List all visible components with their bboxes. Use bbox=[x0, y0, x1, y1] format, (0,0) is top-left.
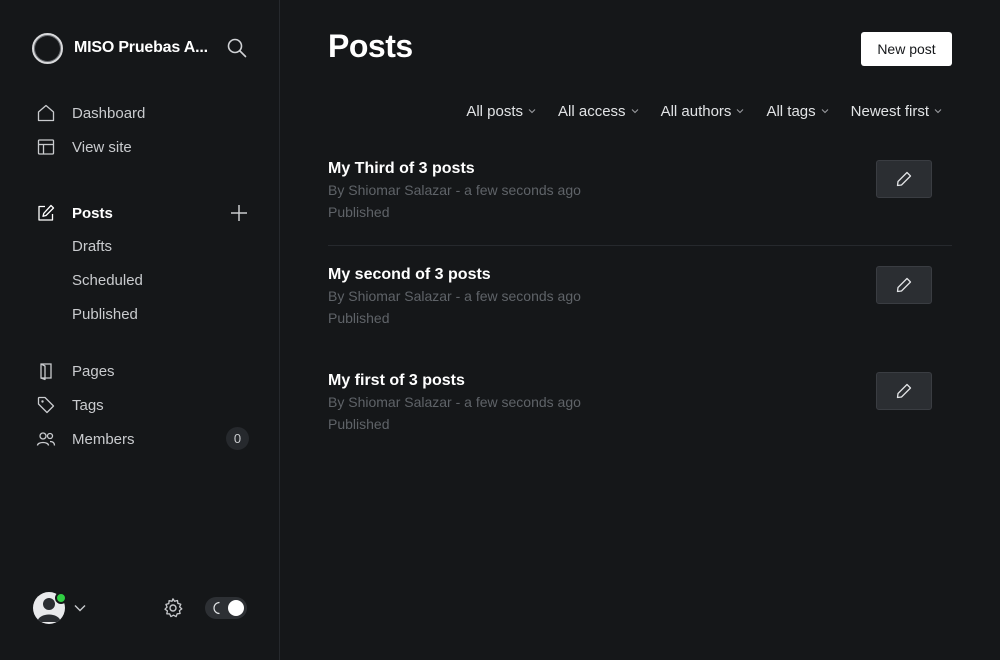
filter-bar: All posts All access All authors All tag… bbox=[466, 100, 942, 122]
nav-posts[interactable]: Posts bbox=[36, 201, 113, 225]
chevron-down-icon bbox=[934, 109, 942, 114]
filter-label: Newest first bbox=[850, 102, 929, 120]
post-title[interactable]: My first of 3 posts bbox=[328, 372, 465, 390]
nav-members-label: Members bbox=[72, 430, 135, 448]
pencil-icon bbox=[896, 277, 912, 293]
toggle-knob bbox=[228, 600, 244, 616]
theme-toggle[interactable] bbox=[205, 597, 247, 619]
nav-pages[interactable]: Pages bbox=[36, 359, 115, 383]
nav-dashboard-label: Dashboard bbox=[72, 104, 146, 122]
filter-all-posts[interactable]: All posts bbox=[466, 100, 536, 122]
post-status: Published bbox=[328, 204, 390, 220]
post-list-item[interactable]: My second of 3 posts By Shiomar Salazar … bbox=[328, 266, 952, 372]
search-icon[interactable] bbox=[226, 37, 248, 59]
online-status-indicator bbox=[55, 592, 67, 604]
nav-published[interactable]: Published bbox=[72, 303, 138, 327]
nav-pages-label: Pages bbox=[72, 362, 115, 380]
filter-all-authors[interactable]: All authors bbox=[661, 100, 745, 122]
page-icon bbox=[36, 361, 56, 381]
nav-drafts[interactable]: Drafts bbox=[72, 235, 112, 259]
filter-label: All authors bbox=[660, 102, 732, 120]
pencil-icon bbox=[896, 383, 912, 399]
chevron-down-icon bbox=[631, 109, 638, 114]
filter-all-access[interactable]: All access bbox=[558, 100, 639, 122]
page-title: Posts bbox=[328, 28, 413, 64]
sidebar: MISO Pruebas A... Dashboard View site Po… bbox=[0, 0, 280, 660]
edit-post-button[interactable] bbox=[876, 160, 932, 198]
filter-label: All access bbox=[558, 102, 626, 120]
chevron-down-icon[interactable] bbox=[73, 601, 87, 615]
filter-label: All tags bbox=[766, 102, 816, 120]
edit-post-button[interactable] bbox=[876, 266, 932, 304]
nav-tags-label: Tags bbox=[72, 396, 104, 414]
post-status: Published bbox=[328, 310, 390, 326]
nav-view-site[interactable]: View site bbox=[36, 135, 132, 159]
site-name: MISO Pruebas A... bbox=[74, 39, 208, 56]
new-post-button[interactable]: New post bbox=[861, 32, 952, 66]
nav-view-site-label: View site bbox=[72, 138, 132, 156]
post-status: Published bbox=[328, 416, 390, 432]
edit-post-button[interactable] bbox=[876, 372, 932, 410]
nav-posts-label: Posts bbox=[72, 204, 113, 222]
filter-label: All posts bbox=[466, 102, 524, 120]
home-icon bbox=[36, 103, 56, 123]
layout-icon bbox=[36, 137, 56, 157]
members-count-badge: 0 bbox=[226, 427, 249, 450]
edit-icon bbox=[36, 203, 56, 223]
post-title[interactable]: My second of 3 posts bbox=[328, 266, 491, 284]
site-brand[interactable]: MISO Pruebas A... bbox=[32, 32, 208, 64]
tag-icon bbox=[36, 395, 56, 415]
plus-icon[interactable] bbox=[228, 202, 250, 224]
filter-sort-order[interactable]: Newest first bbox=[851, 100, 942, 122]
post-meta: By Shiomar Salazar - a few seconds ago bbox=[328, 182, 581, 198]
moon-icon bbox=[211, 601, 225, 615]
nav-scheduled[interactable]: Scheduled bbox=[72, 269, 143, 293]
nav-tags[interactable]: Tags bbox=[36, 393, 104, 417]
post-list-item[interactable]: My Third of 3 posts By Shiomar Salazar -… bbox=[328, 160, 952, 266]
nav-members[interactable]: Members bbox=[36, 427, 135, 451]
post-meta: By Shiomar Salazar - a few seconds ago bbox=[328, 394, 581, 410]
chevron-down-icon bbox=[821, 109, 829, 114]
post-list-item[interactable]: My first of 3 posts By Shiomar Salazar -… bbox=[328, 372, 952, 478]
filter-all-tags[interactable]: All tags bbox=[766, 100, 829, 122]
site-logo bbox=[32, 32, 63, 64]
settings-icon[interactable] bbox=[162, 597, 184, 619]
chevron-down-icon bbox=[737, 109, 744, 114]
post-title[interactable]: My Third of 3 posts bbox=[328, 160, 475, 178]
divider bbox=[328, 245, 952, 246]
members-icon bbox=[36, 429, 56, 449]
chevron-down-icon bbox=[528, 109, 536, 114]
pencil-icon bbox=[896, 171, 912, 187]
nav-dashboard[interactable]: Dashboard bbox=[36, 101, 145, 125]
post-meta: By Shiomar Salazar - a few seconds ago bbox=[328, 288, 581, 304]
